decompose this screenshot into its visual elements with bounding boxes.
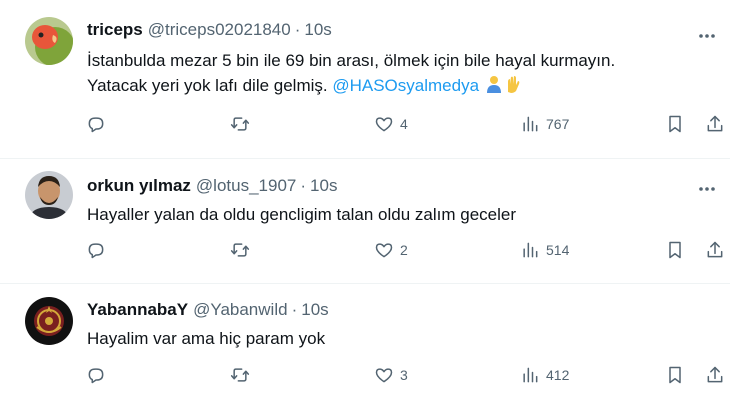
separator: · — [300, 176, 307, 195]
bookmark-button[interactable] — [665, 365, 685, 385]
bookmark-icon — [669, 241, 681, 259]
like-count: 4 — [400, 116, 408, 132]
share-icon — [707, 115, 723, 132]
divider — [0, 158, 730, 159]
user-name[interactable]: YabannabaY — [87, 300, 188, 320]
avatar[interactable] — [25, 171, 73, 219]
like-button[interactable]: 3 — [374, 365, 408, 385]
avatar[interactable] — [25, 297, 73, 345]
like-button[interactable]: 4 — [374, 114, 408, 134]
tweet[interactable]: YabannabaY @Yabanwild · 10s Hayalim var … — [0, 284, 730, 420]
retweet-button[interactable] — [230, 240, 250, 260]
tweet-text: Hayaller yalan da oldu gencligim talan o… — [87, 202, 707, 227]
bookmark-icon — [669, 115, 681, 133]
tweet[interactable]: triceps @triceps02021840 · 10s İstanbuld… — [0, 0, 730, 160]
tweet[interactable]: orkun yılmaz @lotus_1907 · 10s Hayaller … — [0, 160, 730, 284]
separator: · — [291, 300, 298, 319]
views-icon — [523, 367, 538, 383]
person-icon — [486, 76, 501, 93]
like-count: 2 — [400, 242, 408, 258]
tweet-text: Hayalim var ama hiç param yok — [87, 326, 707, 351]
views-button[interactable]: 767 — [520, 114, 569, 134]
tweet-text: İstanbulda mezar 5 bin ile 69 bin arası,… — [87, 48, 707, 98]
reply-button[interactable] — [86, 240, 106, 260]
retweet-button[interactable] — [230, 365, 250, 385]
retweet-icon — [230, 368, 250, 382]
mention-link[interactable]: @HASOsyalmedya — [332, 76, 479, 95]
like-icon — [375, 117, 393, 132]
timestamp[interactable]: 10s — [310, 176, 337, 196]
share-icon — [707, 241, 723, 258]
reply-icon — [88, 243, 104, 259]
like-icon — [375, 368, 393, 383]
tweet-text-line: Hayalim var ama hiç param yok — [87, 329, 326, 348]
tweet-header: triceps @triceps02021840 · 10s — [87, 20, 332, 40]
views-count: 767 — [546, 116, 570, 132]
tweet-text-part: Yatacak yeri yok lafı dile gelmiş. — [87, 76, 333, 95]
tweet-actions: 3 412 — [0, 365, 730, 393]
tweet-actions: 4 767 — [0, 114, 730, 142]
tweet-text-line: Hayaller yalan da oldu gencligim talan o… — [87, 205, 517, 224]
tweet-text-line: İstanbulda mezar 5 bin ile 69 bin arası,… — [87, 51, 616, 70]
views-count: 514 — [546, 242, 570, 258]
like-count: 3 — [400, 367, 408, 383]
like-icon — [375, 243, 393, 258]
timestamp[interactable]: 10s — [301, 300, 328, 320]
timestamp[interactable]: 10s — [304, 20, 331, 40]
views-count: 412 — [546, 367, 570, 383]
avatar[interactable] — [25, 17, 73, 65]
views-button[interactable]: 412 — [520, 365, 569, 385]
views-button[interactable]: 514 — [520, 240, 569, 260]
more-icon — [699, 187, 715, 191]
user-name[interactable]: triceps — [87, 20, 143, 40]
more-button[interactable] — [692, 174, 722, 204]
user-handle[interactable]: @triceps02021840 — [148, 20, 291, 40]
views-icon — [523, 116, 538, 132]
share-button[interactable] — [705, 365, 725, 385]
bookmark-button[interactable] — [665, 240, 685, 260]
reply-icon — [88, 368, 104, 384]
share-icon — [707, 366, 723, 383]
more-button[interactable] — [692, 21, 722, 51]
user-name[interactable]: orkun yılmaz — [87, 176, 191, 196]
retweet-icon — [230, 117, 250, 131]
retweet-icon — [230, 243, 250, 257]
tweet-header: YabannabaY @Yabanwild · 10s — [87, 300, 329, 320]
more-icon — [699, 34, 715, 38]
share-button[interactable] — [705, 114, 725, 134]
like-button[interactable]: 2 — [374, 240, 408, 260]
retweet-button[interactable] — [230, 114, 250, 134]
user-handle[interactable]: @Yabanwild — [193, 300, 287, 320]
bookmark-icon — [669, 366, 681, 384]
reply-icon — [88, 117, 104, 133]
bookmark-button[interactable] — [665, 114, 685, 134]
tweet-header: orkun yılmaz @lotus_1907 · 10s — [87, 176, 337, 196]
views-icon — [523, 242, 538, 258]
waving-hands-icon — [507, 76, 520, 93]
user-handle[interactable]: @lotus_1907 — [196, 176, 296, 196]
separator: · — [294, 20, 301, 39]
reply-button[interactable] — [86, 365, 106, 385]
tweet-actions: 2 514 — [0, 240, 730, 268]
share-button[interactable] — [705, 240, 725, 260]
tweet-text-line: Yatacak yeri yok lafı dile gelmiş. @HASO… — [87, 73, 707, 98]
reply-button[interactable] — [86, 114, 106, 134]
